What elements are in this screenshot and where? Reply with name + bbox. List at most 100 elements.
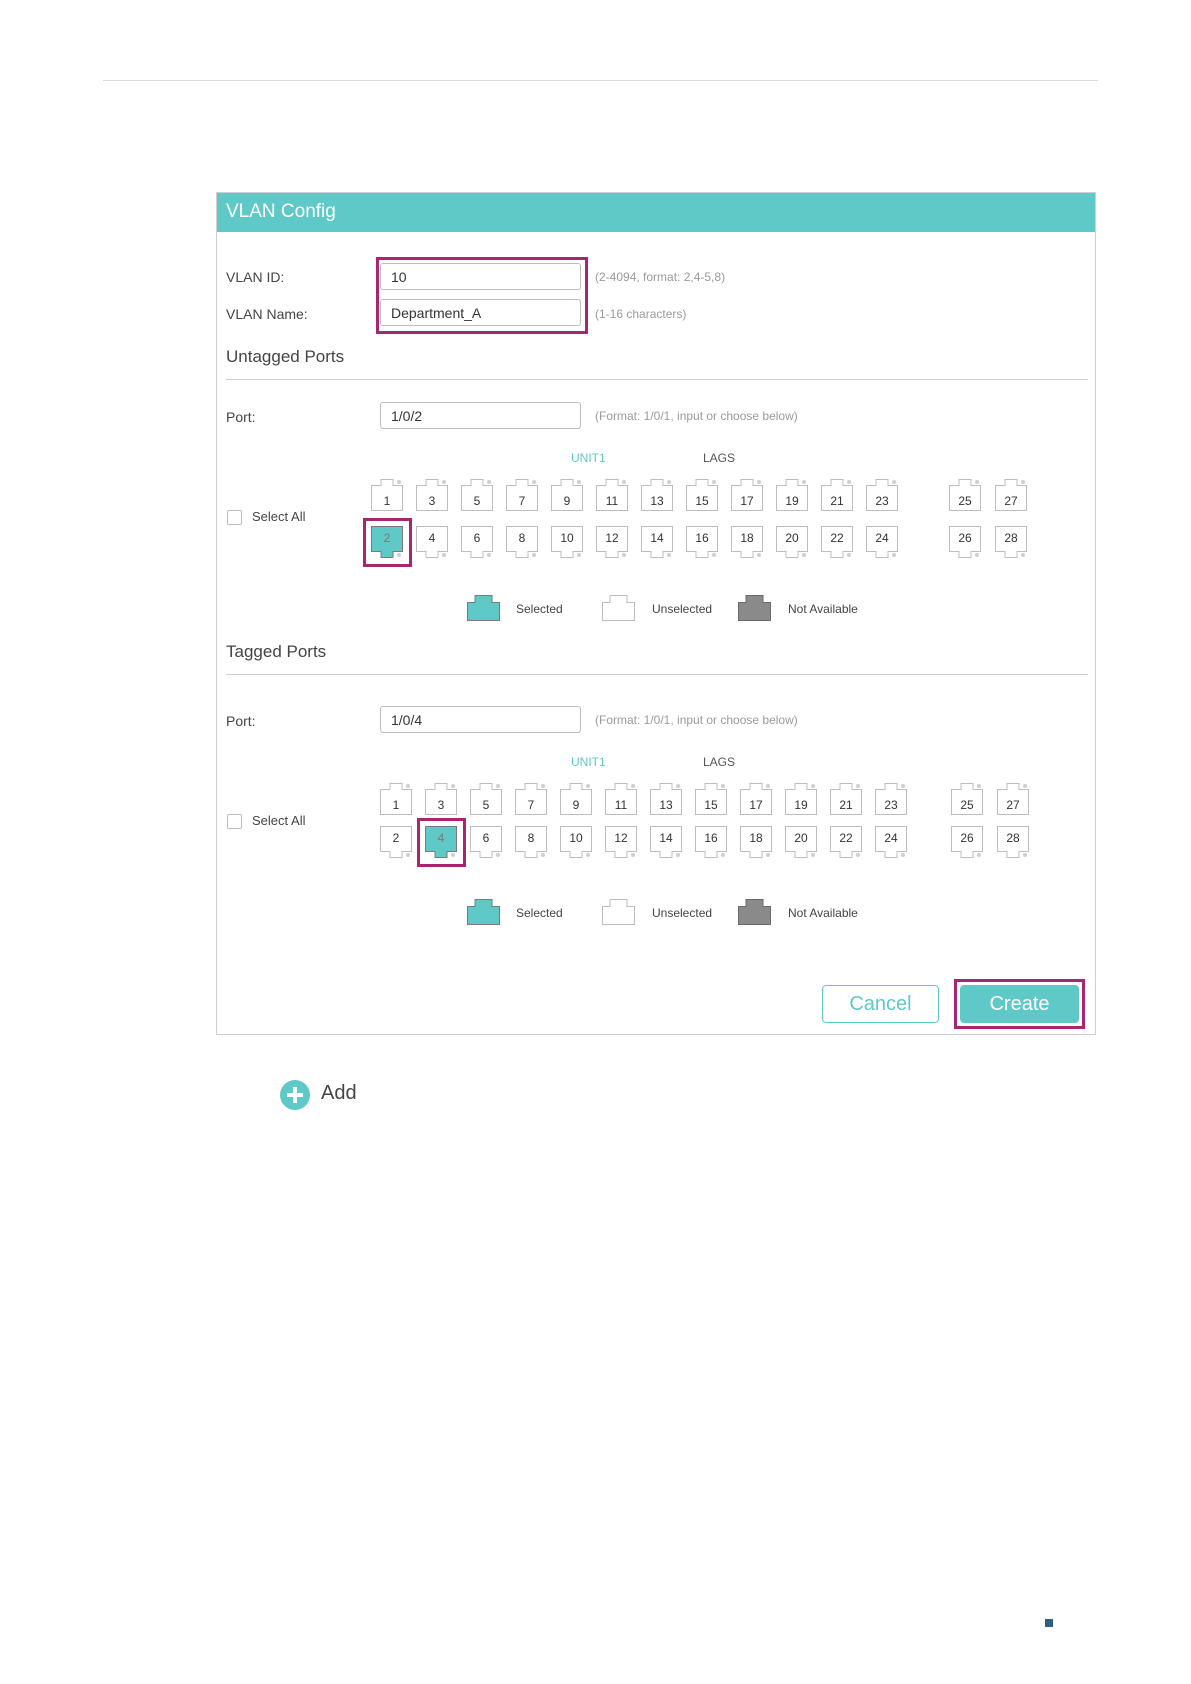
- vlan-config-panel: VLAN Config VLAN ID: (2-4094, format: 2,…: [216, 192, 1096, 1035]
- port-number: 5: [473, 494, 481, 508]
- tagged-port-17[interactable]: 17: [740, 783, 772, 815]
- port-number: 18: [749, 831, 763, 845]
- tagged-port-20[interactable]: 20: [785, 826, 817, 858]
- untagged-port-12[interactable]: 12: [596, 526, 628, 558]
- untagged-port-1[interactable]: 1: [371, 479, 403, 511]
- untagged-port-17[interactable]: 17: [731, 479, 763, 511]
- untagged-legend-not-available: Not Available: [788, 602, 858, 616]
- port-number: 10: [560, 531, 574, 545]
- panel-title: VLAN Config: [217, 193, 1095, 232]
- tagged-port-10[interactable]: 10: [560, 826, 592, 858]
- untagged-port-25[interactable]: 25: [949, 479, 981, 511]
- untagged-port-input[interactable]: [380, 402, 581, 429]
- port-number: 2: [392, 831, 400, 845]
- tagged-port-23[interactable]: 23: [875, 783, 907, 815]
- tagged-port-21[interactable]: 21: [830, 783, 862, 815]
- tagged-port-28[interactable]: 28: [997, 826, 1029, 858]
- tagged-port-8[interactable]: 8: [515, 826, 547, 858]
- untagged-port-11[interactable]: 11: [596, 479, 628, 511]
- tagged-port-15[interactable]: 15: [695, 783, 727, 815]
- port-number: 9: [572, 798, 580, 812]
- untagged-port-9[interactable]: 9: [551, 479, 583, 511]
- tagged-port-4-highlight: [417, 818, 466, 867]
- untagged-port-6[interactable]: 6: [461, 526, 493, 558]
- tagged-port-input[interactable]: [380, 706, 581, 733]
- tagged-port-2[interactable]: 2: [380, 826, 412, 858]
- untagged-port-24[interactable]: 24: [866, 526, 898, 558]
- port-number: 24: [875, 531, 889, 545]
- port-number: 3: [428, 494, 436, 508]
- untagged-port-4[interactable]: 4: [416, 526, 448, 558]
- untagged-port-3[interactable]: 3: [416, 479, 448, 511]
- tagged-port-7[interactable]: 7: [515, 783, 547, 815]
- port-number: 19: [794, 798, 808, 812]
- untagged-legend-selected-icon: [467, 595, 500, 626]
- tagged-legend-unselected: Unselected: [652, 906, 713, 920]
- untagged-port-27[interactable]: 27: [995, 479, 1027, 511]
- port-number: 17: [749, 798, 763, 812]
- untagged-ports-title: Untagged Ports: [226, 347, 345, 366]
- tagged-divider: [226, 674, 1088, 675]
- port-number: 25: [960, 798, 974, 812]
- port-number: 21: [839, 798, 853, 812]
- tagged-port-6[interactable]: 6: [470, 826, 502, 858]
- port-number: 17: [740, 494, 754, 508]
- untagged-port-10[interactable]: 10: [551, 526, 583, 558]
- tagged-port-1[interactable]: 1: [380, 783, 412, 815]
- tagged-port-5[interactable]: 5: [470, 783, 502, 815]
- tagged-port-18[interactable]: 18: [740, 826, 772, 858]
- port-number: 20: [794, 831, 808, 845]
- port-number: 6: [482, 831, 490, 845]
- untagged-port-28[interactable]: 28: [995, 526, 1027, 558]
- untagged-port-7[interactable]: 7: [506, 479, 538, 511]
- untagged-port-19[interactable]: 19: [776, 479, 808, 511]
- tagged-port-14[interactable]: 14: [650, 826, 682, 858]
- port-number: 16: [704, 831, 718, 845]
- untagged-port-13[interactable]: 13: [641, 479, 673, 511]
- untagged-port-16[interactable]: 16: [686, 526, 718, 558]
- port-number: 7: [527, 798, 535, 812]
- untagged-port-5[interactable]: 5: [461, 479, 493, 511]
- port-number: 4: [428, 531, 436, 545]
- port-number: 26: [960, 831, 974, 845]
- untagged-select-all-checkbox[interactable]: [227, 510, 242, 525]
- untagged-port-15[interactable]: 15: [686, 479, 718, 511]
- tagged-legend-unselected-icon: [602, 899, 635, 930]
- untagged-port-26[interactable]: 26: [949, 526, 981, 558]
- top-divider: [103, 80, 1098, 81]
- tagged-port-26[interactable]: 26: [951, 826, 983, 858]
- cancel-button[interactable]: Cancel: [822, 985, 939, 1023]
- tagged-port-13[interactable]: 13: [650, 783, 682, 815]
- untagged-port-8[interactable]: 8: [506, 526, 538, 558]
- port-number: 8: [518, 531, 526, 545]
- tagged-port-25[interactable]: 25: [951, 783, 983, 815]
- tagged-port-27[interactable]: 27: [997, 783, 1029, 815]
- untagged-port-22[interactable]: 22: [821, 526, 853, 558]
- tagged-select-all-label: Select All: [252, 813, 306, 828]
- untagged-port-18[interactable]: 18: [731, 526, 763, 558]
- tagged-port-12[interactable]: 12: [605, 826, 637, 858]
- port-number: 15: [704, 798, 718, 812]
- port-number: 24: [884, 831, 898, 845]
- port-number: 28: [1006, 831, 1020, 845]
- tagged-select-all-checkbox[interactable]: [227, 814, 242, 829]
- untagged-port-21[interactable]: 21: [821, 479, 853, 511]
- tagged-port-hint: (Format: 1/0/1, input or choose below): [595, 713, 798, 727]
- untagged-port-2-highlight: [363, 518, 412, 567]
- tagged-port-3[interactable]: 3: [425, 783, 457, 815]
- port-number: 9: [563, 494, 571, 508]
- untagged-port-14[interactable]: 14: [641, 526, 673, 558]
- tagged-port-22[interactable]: 22: [830, 826, 862, 858]
- untagged-port-23[interactable]: 23: [866, 479, 898, 511]
- tagged-port-24[interactable]: 24: [875, 826, 907, 858]
- port-number: 25: [958, 494, 972, 508]
- tagged-port-11[interactable]: 11: [605, 783, 637, 815]
- tagged-port-16[interactable]: 16: [695, 826, 727, 858]
- add-label: Add: [321, 1082, 357, 1104]
- untagged-divider: [226, 379, 1088, 380]
- tagged-legend-selected: Selected: [516, 906, 563, 920]
- untagged-port-20[interactable]: 20: [776, 526, 808, 558]
- tagged-port-19[interactable]: 19: [785, 783, 817, 815]
- tagged-port-9[interactable]: 9: [560, 783, 592, 815]
- port-number: 27: [1004, 494, 1018, 508]
